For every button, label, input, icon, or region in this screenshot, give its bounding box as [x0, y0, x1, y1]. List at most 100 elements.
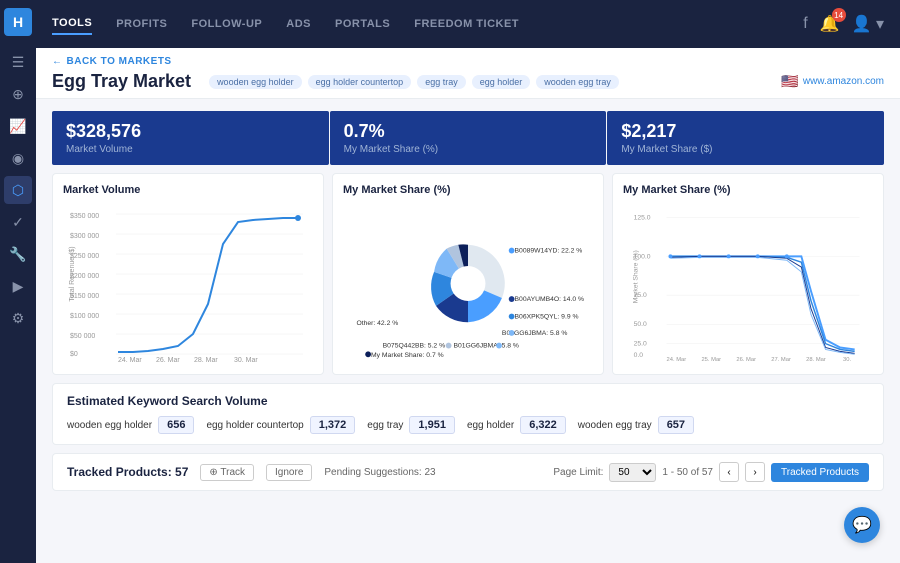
sidebar-icon-7[interactable]: ▶	[4, 272, 32, 300]
keyword-item-2: egg tray 1,951	[367, 416, 455, 434]
page-title-row: Egg Tray Market wooden egg holder egg ho…	[52, 71, 884, 98]
svg-text:28. Mar: 28. Mar	[194, 357, 218, 364]
tracked-title: Tracked Products: 57	[67, 465, 188, 479]
svg-text:Total Revenue ($): Total Revenue ($)	[69, 246, 76, 301]
svg-text:My Market Share: 0.7 %: My Market Share: 0.7 %	[371, 352, 444, 359]
nav-followup[interactable]: FOLLOW-UP	[191, 14, 262, 34]
sidebar-icon-4[interactable]: ⬡	[4, 176, 32, 204]
nav-right: f 🔔 14 👤 ▾	[803, 14, 884, 34]
notification-badge: 14	[832, 8, 846, 22]
page-title: Egg Tray Market	[52, 71, 191, 92]
keyword-name-3: egg holder	[467, 420, 514, 431]
next-page-button[interactable]: ›	[745, 462, 765, 482]
svg-text:$100 000: $100 000	[70, 313, 99, 320]
market-share-chart-area: 125.0 100.0 75.0 50.0 25.0 0.0	[623, 204, 873, 364]
svg-text:0.0: 0.0	[634, 352, 644, 359]
keyword-name-4: wooden egg tray	[578, 420, 652, 431]
tracked-section: Tracked Products: 57 ⊕ Track Ignore Pend…	[52, 453, 884, 491]
nav-links: TOOLS TOOLS PROFITS FOLLOW-UP ADS PORTAL…	[52, 13, 519, 35]
market-share-line-chart: My Market Share (%) 125.0 100.0 75.0 50.…	[612, 173, 884, 375]
stat-label-0: Market Volume	[66, 144, 315, 155]
keyword-section-title: Estimated Keyword Search Volume	[67, 394, 869, 408]
tag-0[interactable]: wooden egg holder	[209, 75, 302, 89]
top-nav: TOOLS TOOLS PROFITS FOLLOW-UP ADS PORTAL…	[36, 0, 900, 48]
keyword-section: Estimated Keyword Search Volume wooden e…	[52, 383, 884, 445]
sidebar-icon-2[interactable]: 📈	[4, 112, 32, 140]
svg-text:$0: $0	[70, 351, 78, 358]
keyword-item-0: wooden egg holder 656	[67, 416, 194, 434]
pending-suggestions: Pending Suggestions: 23	[324, 467, 435, 478]
svg-text:24. Mar: 24. Mar	[118, 357, 142, 364]
page-limit-select[interactable]: 50 25 100	[609, 463, 656, 482]
nav-portals[interactable]: PORTALS	[335, 14, 390, 34]
svg-text:25.0: 25.0	[634, 341, 647, 348]
svg-text:B06XPK5QYL: 9.9 %: B06XPK5QYL: 9.9 %	[515, 313, 579, 320]
keyword-count-1: 1,372	[310, 416, 356, 434]
stats-row: $328,576 Market Volume 0.7% My Market Sh…	[52, 111, 884, 165]
track-button[interactable]: ⊕ Track	[200, 464, 254, 481]
back-to-markets[interactable]: ← BACK TO MARKETS	[52, 56, 884, 67]
sidebar-icon-1[interactable]: ⊕	[4, 80, 32, 108]
svg-text:$50 000: $50 000	[70, 333, 95, 340]
svg-text:28. Mar: 28. Mar	[806, 357, 826, 363]
page-limit-label: Page Limit:	[553, 467, 603, 478]
svg-text:30. Mar: 30. Mar	[234, 357, 258, 364]
svg-text:30.: 30.	[843, 357, 851, 363]
market-volume-chart: Market Volume $350 000 $300 000 $250 000…	[52, 173, 324, 375]
keyword-tags: wooden egg holder egg holder countertop …	[209, 75, 619, 89]
keyword-name-1: egg holder countertop	[206, 420, 303, 431]
sidebar-icon-3[interactable]: ◉	[4, 144, 32, 172]
arrow-left-icon: ←	[52, 56, 63, 67]
svg-text:Market Share (%): Market Share (%)	[632, 250, 639, 303]
sidebar: H ☰ ⊕ 📈 ◉ ⬡ ✓ 🔧 ▶ ⚙	[0, 0, 36, 563]
facebook-icon[interactable]: f	[803, 15, 807, 33]
chat-button[interactable]: 💬	[844, 507, 880, 543]
svg-text:25. Mar: 25. Mar	[701, 357, 721, 363]
svg-text:125.0: 125.0	[634, 215, 651, 222]
svg-text:Other: 42.2 %: Other: 42.2 %	[356, 320, 398, 327]
svg-text:B00AYUMB4O: 14.0 %: B00AYUMB4O: 14.0 %	[515, 296, 584, 303]
keyword-count-4: 657	[658, 416, 694, 434]
keyword-name-2: egg tray	[367, 420, 403, 431]
tag-1[interactable]: egg holder countertop	[308, 75, 412, 89]
pie-chart-area: B0089W14YD: 22.2 % B00AYUMB4O: 14.0 % B0…	[343, 204, 593, 364]
nav-freedom[interactable]: FREEDOM TICKET	[414, 14, 519, 34]
stat-market-share-dollar: $2,217 My Market Share ($)	[607, 111, 884, 165]
nav-tools-active[interactable]: TOOLS	[52, 13, 92, 35]
market-volume-chart-area: $350 000 $300 000 $250 000 $200 000 $150…	[63, 204, 313, 364]
keyword-count-2: 1,951	[409, 416, 455, 434]
amazon-link[interactable]: 🇺🇸 www.amazon.com	[781, 73, 884, 90]
app-logo[interactable]: H	[4, 8, 32, 36]
nav-profits[interactable]: PROFITS	[116, 14, 167, 34]
tag-2[interactable]: egg tray	[417, 75, 466, 89]
stat-label-2: My Market Share ($)	[621, 144, 870, 155]
market-share-pie-chart: My Market Share (%)	[332, 173, 604, 375]
svg-text:50.0: 50.0	[634, 321, 647, 328]
main-content: TOOLS TOOLS PROFITS FOLLOW-UP ADS PORTAL…	[36, 0, 900, 563]
page-controls: Page Limit: 50 25 100 1 - 50 of 57 ‹ › T…	[553, 462, 869, 482]
keyword-name-0: wooden egg holder	[67, 420, 152, 431]
tracked-products-button[interactable]: Tracked Products	[771, 463, 869, 482]
keyword-count-3: 6,322	[520, 416, 566, 434]
stat-label-1: My Market Share (%)	[344, 144, 593, 155]
prev-page-button[interactable]: ‹	[719, 462, 739, 482]
keyword-item-3: egg holder 6,322	[467, 416, 566, 434]
bell-icon[interactable]: 🔔 14	[820, 14, 840, 34]
nav-ads[interactable]: ADS	[286, 14, 311, 34]
ignore-button[interactable]: Ignore	[266, 464, 312, 481]
sidebar-icon-5[interactable]: ✓	[4, 208, 32, 236]
sidebar-icon-0[interactable]: ☰	[4, 48, 32, 76]
stat-value-2: $2,217	[621, 121, 870, 142]
keyword-count-0: 656	[158, 416, 194, 434]
user-icon[interactable]: 👤 ▾	[852, 14, 884, 34]
tag-3[interactable]: egg holder	[472, 75, 531, 89]
svg-text:26. Mar: 26. Mar	[156, 357, 180, 364]
svg-text:B01GG6JBMA: 5.8 %: B01GG6JBMA: 5.8 %	[453, 343, 518, 350]
charts-row: Market Volume $350 000 $300 000 $250 000…	[52, 173, 884, 375]
svg-text:26. Mar: 26. Mar	[736, 357, 756, 363]
sidebar-icon-6[interactable]: 🔧	[4, 240, 32, 268]
tag-4[interactable]: wooden egg tray	[536, 75, 619, 89]
sidebar-icon-8[interactable]: ⚙	[4, 304, 32, 332]
page-header: ← BACK TO MARKETS Egg Tray Market wooden…	[36, 48, 900, 99]
page-info: 1 - 50 of 57	[662, 467, 713, 478]
